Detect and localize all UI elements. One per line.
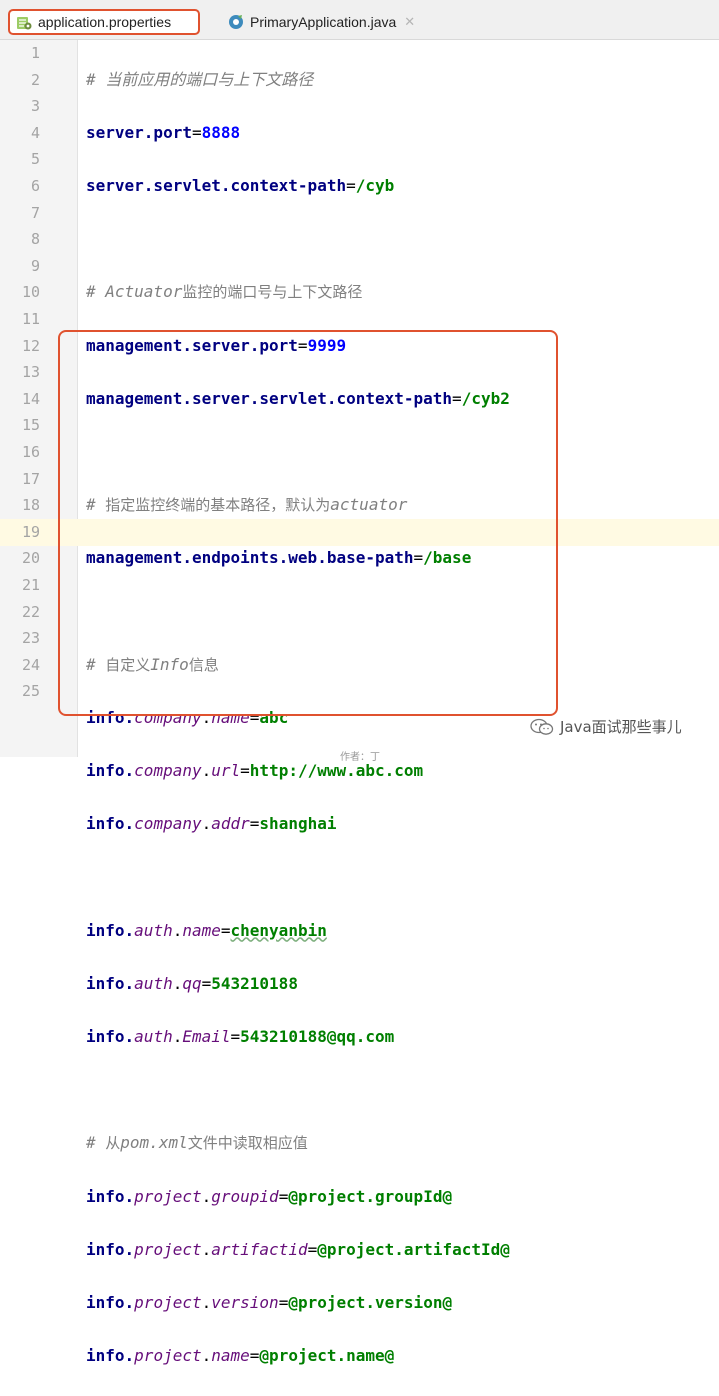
code-line-5: # Actuator监控的端口号与上下文路径: [86, 282, 363, 302]
code-line-22: info.project.groupid=@project.groupId@: [86, 1186, 453, 1206]
code-line-3: server.servlet.context-path=/cyb: [86, 175, 395, 195]
line-number: 3: [30, 97, 40, 116]
line-number: 10: [21, 283, 40, 302]
code-line-25: info.project.name=@project.name@: [86, 1346, 395, 1366]
close-icon[interactable]: ✕: [404, 14, 415, 30]
tab-label: PrimaryApplication.java: [250, 14, 397, 30]
tab-application-properties[interactable]: application.properties: [8, 9, 200, 35]
line-number: 5: [30, 150, 40, 169]
line-number: 23: [21, 629, 40, 648]
code-line-1: # 当前应用的端口与上下文路径: [86, 69, 314, 89]
line-number: 2: [30, 70, 40, 89]
line-number: 6: [30, 177, 40, 195]
code-line-15: info.company.addr=shanghai: [86, 814, 337, 834]
line-number: 17: [21, 469, 40, 488]
line-number: 14: [21, 389, 40, 408]
line-number: 21: [21, 576, 40, 594]
line-number: 8: [30, 230, 40, 249]
tab-primary-application-java[interactable]: PrimaryApplication.java ✕: [226, 9, 438, 35]
code-line-14: info.company.url=http://www.abc.com: [86, 761, 424, 781]
line-number: 15: [21, 416, 40, 435]
info-section-highlight-box: [58, 330, 558, 716]
line-number: 9: [30, 256, 40, 275]
line-number: 1: [30, 44, 40, 62]
line-number: 7: [30, 203, 40, 222]
line-number: 19: [21, 522, 40, 541]
code-line-24: info.project.version=@project.version@: [86, 1292, 453, 1312]
footer-fragment: 作者：丁: [340, 752, 380, 763]
line-number: 11: [21, 310, 40, 328]
properties-file-icon: [16, 14, 32, 30]
line-number: 13: [21, 363, 40, 382]
line-number: 16: [21, 443, 40, 461]
java-class-icon: [228, 14, 244, 30]
code-line-21: # 从pom.xml文件中读取相应值: [86, 1133, 308, 1153]
watermark-text: Java面试那些事儿: [560, 718, 682, 736]
line-number: 22: [21, 602, 40, 621]
code-line-2: server.port=8888: [86, 122, 241, 142]
line-number: 12: [21, 336, 40, 355]
code-line-19: info.auth.Email=543210188@qq.com: [86, 1026, 395, 1046]
watermark: Java面试那些事儿: [530, 716, 682, 737]
tab-label: application.properties: [38, 14, 172, 30]
line-number: 4: [30, 123, 40, 142]
line-number: 25: [21, 682, 40, 701]
line-number: 24: [21, 655, 40, 674]
code-line-18: info.auth.qq=543210188: [86, 973, 298, 993]
code-editor[interactable]: # 当前应用的端口与上下文路径 server.port=8888 server.…: [86, 40, 510, 1396]
wechat-icon: [530, 718, 554, 736]
line-number: 20: [21, 549, 40, 568]
code-line-17: info.auth.name=chenyanbin: [86, 920, 327, 940]
line-number: 18: [21, 496, 40, 515]
code-line-23: info.project.artifactid=@project.artifac…: [86, 1239, 510, 1259]
editor-tab-bar: application.properties PrimaryApplicatio…: [0, 0, 719, 40]
